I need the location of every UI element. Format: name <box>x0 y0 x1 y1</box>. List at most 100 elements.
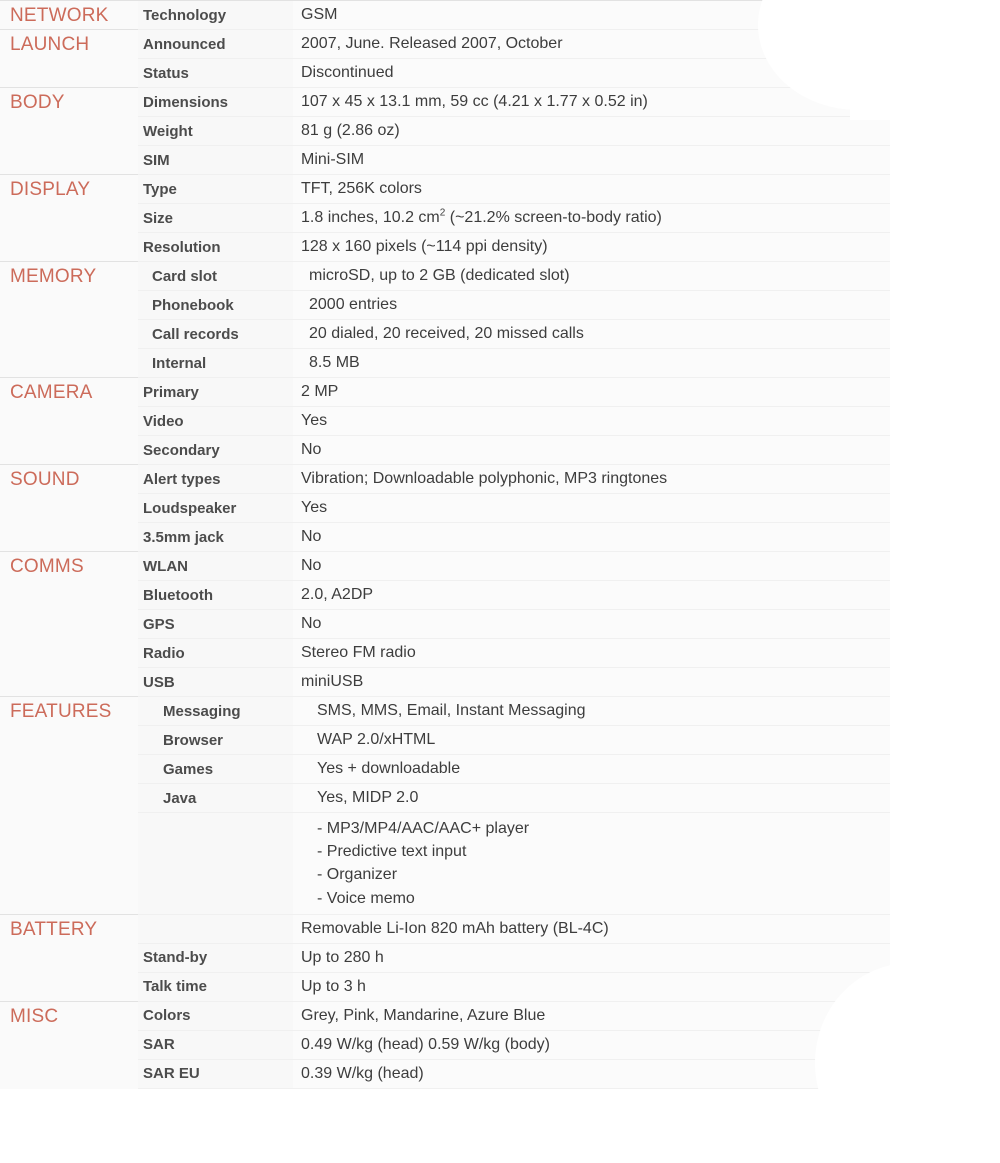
spec-value: Yes <box>293 406 945 436</box>
spec-key: SIM <box>138 145 293 175</box>
spec-row: BODY Dimensions 107 x 45 x 13.1 mm, 59 cc … <box>0 87 945 175</box>
spec-value: 2000 entries <box>293 290 945 320</box>
spec-key: Colors <box>138 1000 293 1031</box>
spec-key: Internal <box>138 348 293 378</box>
section-label-sound: SOUND <box>0 464 138 552</box>
spec-row: Secondary No <box>0 435 945 465</box>
spec-key: WLAN <box>138 551 293 581</box>
spec-row: GPS No <box>0 609 945 639</box>
spec-key: Radio <box>138 638 293 668</box>
spec-value: 128 x 160 pixels (~114 ppi density) <box>293 232 945 262</box>
section-label-network: NETWORK <box>0 0 138 30</box>
spec-key: Secondary <box>138 435 293 465</box>
spec-row: Call records 20 dialed, 20 received, 20 m… <box>0 319 945 349</box>
spec-key <box>138 913 293 944</box>
spec-row: - MP3/MP4/AAC/AAC+ player - Predictive t… <box>0 812 945 915</box>
spec-sheet: NETWORK Technology GSM LAUNCH Announced 2007,… <box>0 0 1000 1163</box>
spec-key: Bluetooth <box>138 580 293 610</box>
spec-key <box>138 812 293 915</box>
spec-row: Video Yes <box>0 406 945 436</box>
spec-key: 3.5mm jack <box>138 522 293 552</box>
spec-value: Yes + downloadable <box>293 754 945 784</box>
section-label-memory: MEMORY <box>0 261 138 378</box>
spec-key: Technology <box>138 0 293 30</box>
spec-key: SAR EU <box>138 1059 293 1089</box>
spec-row: SOUND Alert types Vibration; Downloadable … <box>0 464 945 552</box>
spec-value: Up to 3 h <box>293 972 945 1002</box>
spec-row: Java Yes, MIDP 2.0 <box>0 783 945 813</box>
spec-key: Call records <box>138 319 293 349</box>
spec-key: Dimensions <box>138 87 293 117</box>
spec-value: Removable Li-Ion 820 mAh battery (BL-4C) <box>293 913 945 944</box>
spec-row: 3.5mm jack No <box>0 522 945 552</box>
spec-value: No <box>293 609 945 639</box>
section-label-features: FEATURES <box>0 696 138 915</box>
spec-row: Phonebook 2000 entries <box>0 290 945 320</box>
section-label-misc: MISC <box>0 1000 138 1089</box>
section-label-camera: CAMERA <box>0 377 138 465</box>
spec-row: CAMERA Primary 2 MP <box>0 377 945 465</box>
spec-key: Video <box>138 406 293 436</box>
spec-key: Size <box>138 203 293 233</box>
section-label-battery: BATTERY <box>0 913 138 1002</box>
spec-value: 20 dialed, 20 received, 20 missed calls <box>293 319 945 349</box>
spec-key: GPS <box>138 609 293 639</box>
spec-value: 1.8 inches, 10.2 cm2 (~21.2% screen-to-b… <box>293 203 945 233</box>
spec-value: SMS, MMS, Email, Instant Messaging <box>293 696 945 726</box>
spec-value: - MP3/MP4/AAC/AAC+ player - Predictive t… <box>293 812 945 915</box>
spec-value: Vibration; Downloadable polyphonic, MP3 … <box>293 464 945 494</box>
spec-value: 81 g (2.86 oz) <box>293 116 945 146</box>
spec-key: Alert types <box>138 464 293 494</box>
spec-key: Phonebook <box>138 290 293 320</box>
spec-row: COMMS WLAN No <box>0 551 945 697</box>
section-label-body: BODY <box>0 87 138 175</box>
spec-row: LAUNCH Announced 2007, June. Released 2007… <box>0 29 945 88</box>
spec-key: Stand-by <box>138 943 293 973</box>
spec-key: Talk time <box>138 972 293 1002</box>
spec-value: 0.49 W/kg (head) 0.59 W/kg (body) <box>293 1030 945 1060</box>
section-label-launch: LAUNCH <box>0 29 138 88</box>
spec-row: Bluetooth 2.0, A2DP <box>0 580 945 610</box>
spec-key: Announced <box>138 29 293 59</box>
spec-row: MEMORY Card slot microSD, up to 2 GB (dedi… <box>0 261 945 378</box>
spec-key: Browser <box>138 725 293 755</box>
section-label-comms: COMMS <box>0 551 138 697</box>
spec-value: 2.0, A2DP <box>293 580 945 610</box>
spec-value-suffix: (~21.2% screen-to-body ratio) <box>445 209 662 227</box>
spec-key: Games <box>138 754 293 784</box>
spec-value: 2 MP <box>293 377 945 407</box>
spec-key: Type <box>138 174 293 204</box>
spec-row: FEATURES Messaging SMS, MMS, Email, Instan… <box>0 696 945 915</box>
spec-value: Mini-SIM <box>293 145 945 175</box>
spec-value: 8.5 MB <box>293 348 945 378</box>
spec-key: Resolution <box>138 232 293 262</box>
spec-value: No <box>293 435 945 465</box>
spec-row: Talk time Up to 3 h <box>0 972 945 1002</box>
spec-row: Status Discontinued <box>0 58 945 88</box>
spec-row: SAR 0.49 W/kg (head) 0.59 W/kg (body) <box>0 1030 945 1060</box>
spec-row: Resolution 128 x 160 pixels (~114 ppi den… <box>0 232 945 262</box>
spec-key: Java <box>138 783 293 813</box>
spec-row: NETWORK Technology GSM <box>0 0 945 30</box>
spec-value-prefix: 1.8 inches, 10.2 cm <box>301 209 440 227</box>
spec-value: Grey, Pink, Mandarine, Azure Blue <box>293 1000 945 1031</box>
spec-value: Up to 280 h <box>293 943 945 973</box>
spec-key: Loudspeaker <box>138 493 293 523</box>
spec-row: Radio Stereo FM radio <box>0 638 945 668</box>
specifications-table: NETWORK Technology GSM LAUNCH Announced 2007,… <box>0 0 945 1089</box>
spec-value: microSD, up to 2 GB (dedicated slot) <box>293 261 945 291</box>
spec-value: Stereo FM radio <box>293 638 945 668</box>
spec-row: Size 1.8 inches, 10.2 cm2 (~21.2% screen-… <box>0 203 945 233</box>
spec-value: 2007, June. Released 2007, October <box>293 29 945 59</box>
spec-value: TFT, 256K colors <box>293 174 945 204</box>
spec-value: Discontinued <box>293 58 945 88</box>
spec-key: Primary <box>138 377 293 407</box>
spec-row: SIM Mini-SIM <box>0 145 945 175</box>
spec-row: Weight 81 g (2.86 oz) <box>0 116 945 146</box>
spec-key: SAR <box>138 1030 293 1060</box>
spec-value: GSM <box>293 0 945 30</box>
spec-value: Yes, MIDP 2.0 <box>293 783 945 813</box>
spec-value: Yes <box>293 493 945 523</box>
spec-value: WAP 2.0/xHTML <box>293 725 945 755</box>
spec-value: 107 x 45 x 13.1 mm, 59 cc (4.21 x 1.77 x… <box>293 87 945 117</box>
